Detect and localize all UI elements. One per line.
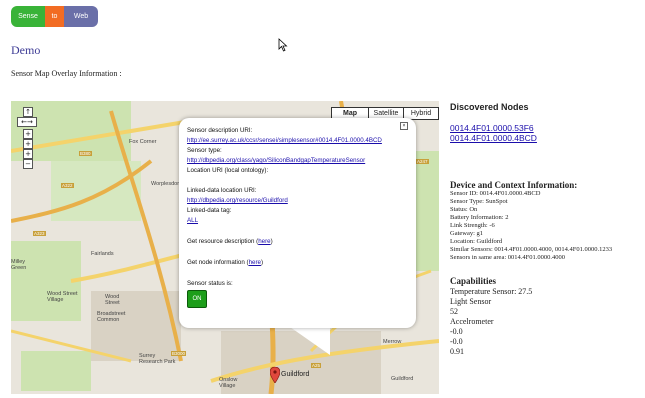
capability-accel-x: -0.0 [450,327,463,336]
sensor-description-label: Sensor description URI: [187,127,253,134]
road-label-a322: A322 [61,183,74,188]
page-subtitle: Sensor Map Overlay Information : [11,69,122,78]
device-battery: Battery Information: 2 [450,214,509,221]
map-label-wood-street-village: Wood Street Village [47,291,78,303]
road-label-b380: B380 [79,151,92,156]
capability-accel-z: 0.91 [450,347,464,356]
sensor-status-button[interactable]: ON [187,290,207,308]
device-sensor-id: Sensor ID: 0014.4F01.0000.4BCD [450,190,541,197]
road-label-a323: A323 [33,231,46,236]
sensor-info-popup: × Sensor description URI: http://ee.surr… [179,118,416,328]
device-sensor-type: Sensor Type: SunSpot [450,198,508,205]
map-label-merrow: Merrow [383,339,402,345]
node-link-4bcd[interactable]: 0014.4F01.0000.4BCD [450,133,537,143]
road-label-a25: A25 [311,363,322,368]
sensor-type-link[interactable]: http://dbpedia.org/class/yago/SiliconBan… [187,157,365,164]
linked-tag-link[interactable]: ALL [187,217,198,224]
resource-description-link[interactable]: here [258,238,270,245]
resource-description-suffix: ) [270,238,273,245]
map-label-milley-green: Milley Green [11,259,27,271]
sensor-status-label: Sensor status is: [187,280,233,287]
map-label-broadstreet-common: Broadstreet Common [97,311,126,323]
device-gateway: Gateway: g1 [450,230,484,237]
map-label-onslow-village: Onslow Village [219,377,238,389]
road-label-b3000: B3000 [171,351,187,356]
map-marker-icon[interactable] [270,367,280,383]
road-label-a247: A247 [416,159,429,164]
device-location: Location: Guildford [450,238,503,245]
discovered-nodes-heading: Discovered Nodes [450,102,529,112]
logo-web: Web [64,6,98,27]
map-label-fairlands: Fairlands [91,251,114,257]
map-label-guildford: Guildford [281,371,310,378]
zoom-in-button-1[interactable]: + [23,129,33,139]
pan-up-button[interactable]: ↑ [23,107,33,117]
sense-to-web-logo: Sense to Web [11,6,98,27]
device-context-heading: Device and Context Information: [450,180,578,190]
mouse-cursor-icon [278,38,288,52]
pan-left-right-button[interactable]: ←→ [17,117,37,127]
capability-temperature: Temperature Sensor: 27.5 [450,287,533,296]
zoom-out-button[interactable]: − [23,159,33,169]
resource-description-row: Get resource description (here) [187,238,273,245]
node-information-suffix: ) [260,259,264,266]
node-information-row: Get node information (here) [187,259,263,266]
resource-description-text: Get resource description ( [187,238,259,245]
zoom-level-button[interactable]: + [23,149,33,159]
capability-accel-y: -0.0 [450,337,463,346]
zoom-in-button-2[interactable]: + [23,139,33,149]
node-information-text: Get node information ( [187,259,249,266]
linked-location-label: Linked-data location URI: [187,187,257,194]
capability-light-value: 52 [450,307,458,316]
sensor-type-label: Sensor type: [187,147,222,154]
sensor-description-link[interactable]: http://ee.surrey.ac.uk/ccsr/sensei/simpl… [187,137,382,144]
device-same-area: Sensors in same area: 0014.4F01.0000.400… [450,254,566,261]
map-label-worplesdon: Worplesdon [151,181,181,187]
page-title: Demo [11,43,41,57]
location-uri-label: Location URI (local ontology): [187,167,269,174]
linked-tag-label: Linked-data tag: [187,207,232,214]
device-link-strength: Link Strength: -6 [450,222,495,229]
logo-to: to [45,6,64,27]
map-label-fox-corner: Fox Corner [129,139,157,145]
logo-sense: Sense [11,6,45,27]
node-link-53f6[interactable]: 0014.4F01.0000.53F6 [450,123,534,133]
popup-pointer [290,327,330,355]
capability-light-sensor: Light Sensor [450,297,492,306]
map-label-guildford-east: Guildford [391,376,414,382]
capability-accelerometer: Accelrometer [450,317,494,326]
linked-location-link[interactable]: http://dbpedia.org/resource/Guildford [187,197,288,204]
node-information-link[interactable]: here [249,259,261,266]
device-status: Status: On [450,206,478,213]
close-icon[interactable]: × [400,122,408,130]
map-label-wood-street: Wood Street [105,294,120,306]
device-similar-sensors: Similar Sensors: 0014.4F01.0000.4000, 00… [450,246,613,253]
capabilities-heading: Capabilities [450,276,497,286]
